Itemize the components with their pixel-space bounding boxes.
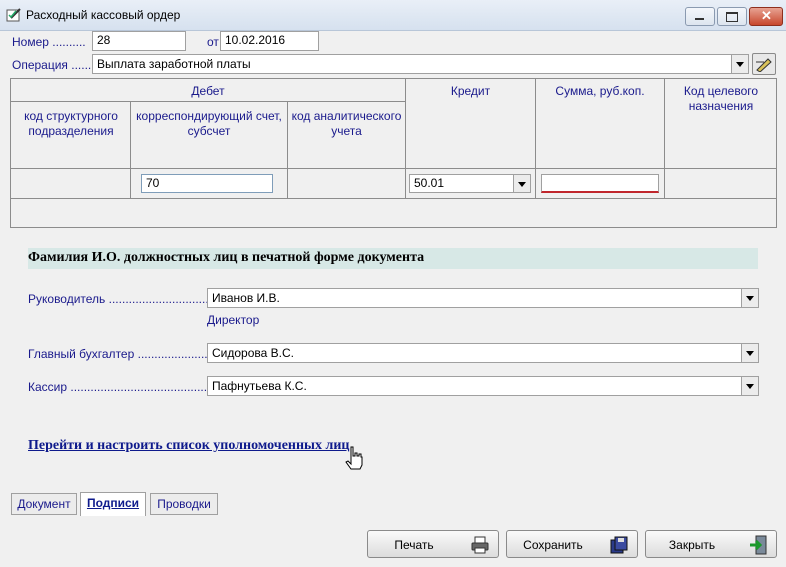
tab-postings[interactable]: Проводки — [150, 493, 218, 515]
chief-accountant-value: Сидорова В.С. — [212, 346, 294, 360]
date-field[interactable]: 10.02.2016 — [220, 31, 319, 51]
configure-authorized-persons-link[interactable]: Перейти и настроить список уполномоченны… — [28, 438, 349, 454]
director-position: Директор — [207, 313, 260, 327]
printer-icon — [471, 536, 489, 554]
structural-unit-header: код структурного подразделения — [24, 109, 118, 138]
chief-accountant-label: Главный бухгалтер ......................… — [28, 347, 218, 361]
floppy-disk-icon — [610, 536, 628, 554]
cashier-label: Кассир .................................… — [28, 380, 218, 394]
cashier-value: Пафнутьева К.С. — [212, 379, 307, 393]
chevron-down-icon[interactable] — [513, 175, 530, 192]
entries-grid: Дебет код структурного подразделения кор… — [10, 78, 777, 228]
sum-field[interactable] — [541, 174, 659, 193]
tab-document[interactable]: Документ — [11, 493, 77, 515]
debit-header: Дебет — [191, 84, 225, 98]
operation-select[interactable]: Выплата заработной платы — [92, 54, 749, 74]
edit-operation-button[interactable] — [752, 53, 776, 75]
minimize-button[interactable] — [685, 7, 715, 26]
save-button[interactable]: Сохранить — [506, 530, 638, 558]
director-value: Иванов И.В. — [212, 291, 280, 305]
chief-accountant-select[interactable]: Сидорова В.С. — [207, 343, 759, 363]
date-label: от — [207, 35, 219, 49]
window-title: Расходный кассовый ордер — [26, 8, 181, 22]
print-button[interactable]: Печать — [367, 530, 499, 558]
chevron-down-icon[interactable] — [741, 289, 758, 307]
director-select[interactable]: Иванов И.В. — [207, 288, 759, 308]
purpose-code-header: Код целевого назначения — [683, 84, 759, 113]
analytic-code-header: код аналитического учета — [291, 109, 402, 138]
save-label: Сохранить — [523, 538, 583, 552]
corr-account-field[interactable]: 70 — [141, 174, 273, 193]
operation-value: Выплата заработной платы — [97, 57, 251, 71]
close-icon: ✕ — [761, 8, 772, 23]
chevron-down-icon[interactable] — [731, 55, 748, 73]
corr-account-header: корреспондирующий счет, субсчет — [136, 109, 282, 138]
director-label: Руководитель ...........................… — [28, 292, 222, 306]
tab-signatures[interactable]: Подписи — [80, 492, 146, 516]
cashier-select[interactable]: Пафнутьева К.С. — [207, 376, 759, 396]
maximize-icon — [726, 12, 738, 22]
maximize-button[interactable] — [717, 7, 747, 26]
credit-header: Кредит — [450, 84, 491, 98]
operation-label: Операция ...... — [12, 58, 92, 72]
pen-icon — [756, 58, 772, 72]
print-label: Печать — [394, 538, 434, 552]
chevron-down-icon[interactable] — [741, 344, 758, 362]
sum-header: Сумма, руб.коп. — [555, 84, 645, 98]
hand-cursor-icon — [345, 446, 363, 470]
number-field[interactable]: 28 — [92, 31, 186, 51]
credit-value: 50.01 — [414, 176, 445, 190]
close-button[interactable]: Закрыть — [645, 530, 777, 558]
number-label: Номер .......... — [12, 35, 86, 49]
chevron-down-icon[interactable] — [741, 377, 758, 395]
section-title: Фамилия И.О. должностных лиц в печатной … — [28, 250, 425, 265]
minimize-icon — [695, 18, 704, 20]
close-label: Закрыть — [668, 538, 716, 552]
app-document-icon — [6, 8, 21, 22]
exit-door-icon — [750, 535, 767, 555]
credit-select[interactable]: 50.01 — [409, 174, 531, 193]
close-window-button[interactable]: ✕ — [749, 7, 783, 26]
